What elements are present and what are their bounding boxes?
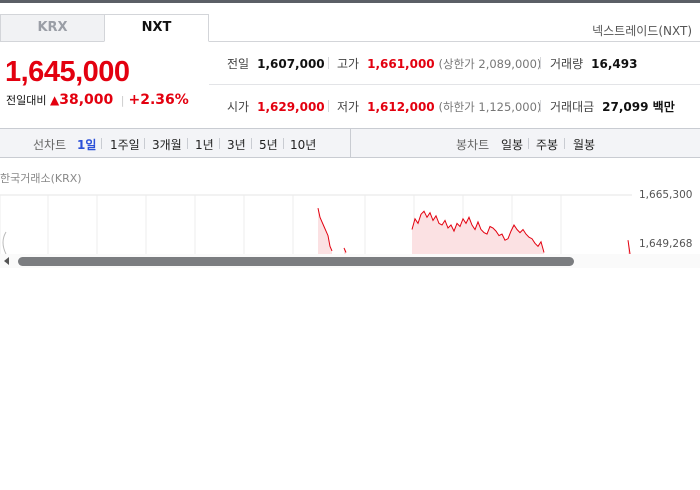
candle-daily[interactable]: 일봉	[501, 136, 523, 153]
period-3y[interactable]: 3년	[227, 136, 246, 153]
period-1w[interactable]: 1주일	[110, 136, 140, 153]
stat-amount-label: 거래대금	[550, 100, 595, 114]
candle-chart-label: 봉차트	[456, 138, 490, 152]
stat-volume-value: 16,493	[591, 57, 638, 71]
stat-low: 저가 1,612,000 (하한가 1,125,000)	[337, 98, 541, 115]
stat-upper-limit: (상한가 2,089,000)	[438, 57, 542, 71]
change-amount: 38,000	[59, 92, 114, 108]
stat-separator	[540, 100, 541, 112]
chart-left-edge	[2, 231, 7, 255]
change-percent: +2.36%	[128, 92, 189, 108]
stat-separator	[540, 57, 541, 69]
price-chart	[0, 194, 632, 255]
stat-high: 고가 1,661,000 (상한가 2,089,000)	[337, 55, 541, 72]
line-chart-label: 선차트	[33, 138, 67, 152]
period-1d[interactable]: 1일	[77, 136, 96, 153]
period-5y[interactable]: 5년	[259, 136, 278, 153]
period-separator	[251, 138, 252, 149]
candle-weekly[interactable]: 주봉	[536, 136, 558, 153]
stat-amount: 거래대금 27,099 백만	[550, 98, 675, 115]
change-separator: |	[120, 94, 125, 107]
stat-lower-limit: (하한가 1,125,000)	[438, 100, 542, 114]
stat-prev-close: 전일 1,607,000	[227, 55, 325, 72]
stats-divider	[209, 84, 700, 85]
period-separator	[283, 138, 284, 149]
stat-open-value: 1,629,000	[257, 100, 325, 114]
period-1y[interactable]: 1년	[195, 136, 214, 153]
stat-prev-close-value: 1,607,000	[257, 57, 325, 71]
stat-open: 시가 1,629,000	[227, 98, 325, 115]
stat-high-value: 1,661,000	[367, 57, 435, 71]
stat-volume: 거래량 16,493	[550, 55, 637, 72]
period-separator	[219, 138, 220, 149]
stat-prev-close-label: 전일	[227, 57, 250, 71]
chart-control-bar: 선차트 1일 1주일 3개월 1년 3년 5년 10년 봉차트 일봉 주봉 월봉	[0, 128, 700, 158]
price-area-fill	[318, 208, 332, 255]
stat-amount-value: 27,099 백만	[602, 100, 675, 114]
period-separator	[528, 138, 529, 149]
period-3m[interactable]: 3개월	[152, 136, 182, 153]
period-10y[interactable]: 10년	[290, 136, 316, 153]
current-price: 1,645,000	[5, 56, 130, 88]
scroll-left-arrow-icon[interactable]	[4, 257, 9, 265]
tab-krx[interactable]: KRX	[0, 14, 105, 42]
price-change: 전일대비 ▲38,000 | +2.36%	[6, 92, 189, 108]
stat-high-label: 고가	[337, 57, 360, 71]
tab-nxt[interactable]: NXT	[104, 14, 209, 42]
stat-low-label: 저가	[337, 100, 360, 114]
candle-monthly[interactable]: 월봉	[573, 136, 595, 153]
period-separator	[564, 138, 565, 149]
chart-scrollbar-thumb[interactable]	[18, 257, 574, 266]
exchange-label: 넥스트레이드(NXT)	[592, 24, 692, 38]
stat-separator	[328, 57, 329, 69]
stat-volume-label: 거래량	[550, 57, 584, 71]
period-separator	[101, 138, 102, 149]
period-separator	[144, 138, 145, 149]
stat-separator	[328, 100, 329, 112]
quote-stats: 전일 1,607,000 고가 1,661,000 (상한가 2,089,000) …	[209, 42, 700, 128]
stat-low-value: 1,612,000	[367, 100, 435, 114]
chart-bar-divider	[350, 129, 351, 157]
up-triangle-icon: ▲	[49, 93, 60, 107]
top-border	[0, 0, 700, 3]
change-label: 전일대비	[6, 94, 47, 107]
period-separator	[187, 138, 188, 149]
stat-open-label: 시가	[227, 100, 250, 114]
